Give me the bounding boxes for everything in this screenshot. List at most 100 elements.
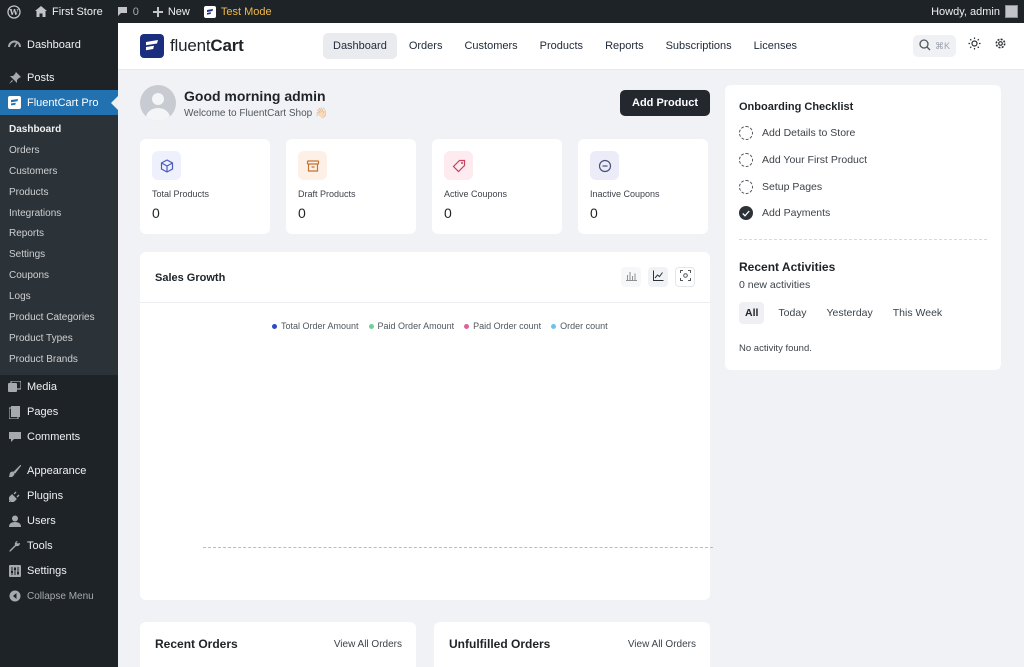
checklist-label: Add Details to Store xyxy=(762,127,856,139)
legend-item[interactable]: Paid Order count xyxy=(464,321,541,331)
menu-dashboard[interactable]: Dashboard xyxy=(0,32,118,57)
tab-subscriptions[interactable]: Subscriptions xyxy=(656,33,742,59)
checklist-item-payments[interactable]: Add Payments xyxy=(739,206,830,220)
activity-tab-today[interactable]: Today xyxy=(772,302,812,324)
settings-button[interactable] xyxy=(992,38,1008,54)
checklist-item-store-details[interactable]: Add Details to Store xyxy=(739,126,855,140)
menu-tools[interactable]: Tools xyxy=(0,534,118,559)
collapse-menu-label: Collapse Menu xyxy=(27,590,94,602)
legend-label: Order count xyxy=(560,321,608,331)
check-circle-icon xyxy=(739,206,753,220)
fullscreen-button[interactable] xyxy=(675,267,695,287)
bar-chart-toggle[interactable] xyxy=(621,267,641,287)
view-all-unfulfilled-link[interactable]: View All Orders xyxy=(628,639,696,650)
user-avatar xyxy=(140,85,176,121)
stat-label: Inactive Coupons xyxy=(590,189,660,199)
legend-dot xyxy=(464,323,470,329)
view-all-orders-link[interactable]: View All Orders xyxy=(334,639,402,650)
wrench-icon xyxy=(8,540,21,553)
comment-bubble-icon xyxy=(117,6,128,17)
site-name: First Store xyxy=(52,5,103,18)
theme-toggle-button[interactable] xyxy=(966,37,982,54)
checklist-item-setup-pages[interactable]: Setup Pages xyxy=(739,180,822,194)
menu-appearance[interactable]: Appearance xyxy=(0,459,118,484)
add-product-button[interactable]: Add Product xyxy=(620,90,710,116)
search-button[interactable]: ⌘K xyxy=(912,35,956,57)
submenu-product-brands[interactable]: Product Brands xyxy=(0,349,118,370)
submenu-reports[interactable]: Reports xyxy=(0,223,118,244)
menu-users[interactable]: Users xyxy=(0,509,118,534)
stat-card-active-coupons: Active Coupons 0 xyxy=(432,139,562,234)
fluentcart-icon xyxy=(8,96,21,109)
search-shortcut: ⌘K xyxy=(934,40,950,51)
submenu-product-types[interactable]: Product Types xyxy=(0,328,118,349)
submenu-product-categories[interactable]: Product Categories xyxy=(0,307,118,328)
activity-tab-all[interactable]: All xyxy=(739,302,765,324)
submenu-integrations[interactable]: Integrations xyxy=(0,203,118,224)
fluentcart-logo-icon xyxy=(140,34,164,58)
menu-settings[interactable]: Settings xyxy=(0,559,118,584)
menu-pages[interactable]: Pages xyxy=(0,400,118,425)
plug-icon xyxy=(8,490,21,503)
submenu-dashboard[interactable]: Dashboard xyxy=(0,119,118,140)
menu-posts[interactable]: Posts xyxy=(0,65,118,90)
menu-media[interactable]: Media xyxy=(0,375,118,400)
onboarding-title: Onboarding Checklist xyxy=(739,101,854,113)
submenu-coupons[interactable]: Coupons xyxy=(0,265,118,286)
test-mode-label: Test Mode xyxy=(220,5,272,18)
legend-label: Paid Order Amount xyxy=(377,321,455,331)
tab-customers[interactable]: Customers xyxy=(454,33,527,59)
stat-card-draft-products: Draft Products 0 xyxy=(286,139,416,234)
tab-licenses[interactable]: Licenses xyxy=(744,33,807,59)
test-mode-link[interactable]: Test Mode xyxy=(197,0,279,23)
minus-circle-icon xyxy=(590,151,619,180)
tag-icon xyxy=(444,151,473,180)
tab-orders[interactable]: Orders xyxy=(399,33,453,59)
activity-tab-this-week[interactable]: This Week xyxy=(887,302,948,324)
submenu-customers[interactable]: Customers xyxy=(0,161,118,182)
menu-appearance-label: Appearance xyxy=(27,465,87,478)
gear-icon xyxy=(994,37,1007,55)
submenu-products[interactable]: Products xyxy=(0,182,118,203)
menu-tools-label: Tools xyxy=(27,540,53,553)
menu-plugins-label: Plugins xyxy=(27,490,64,503)
stat-value: 0 xyxy=(298,205,306,221)
line-chart-icon xyxy=(652,268,664,286)
menu-fluentcart[interactable]: FluentCart Pro xyxy=(0,90,118,115)
activity-tab-yesterday[interactable]: Yesterday xyxy=(820,302,878,324)
collapse-arrow-icon xyxy=(8,590,21,603)
menu-posts-label: Posts xyxy=(27,71,55,84)
legend-item[interactable]: Paid Order Amount xyxy=(368,321,455,331)
wordpress-logo-icon[interactable]: W xyxy=(0,0,28,23)
tab-dashboard[interactable]: Dashboard xyxy=(323,33,397,59)
line-chart-toggle[interactable] xyxy=(648,267,668,287)
tab-products[interactable]: Products xyxy=(530,33,593,59)
no-activity-message: No activity found. xyxy=(739,343,812,354)
chart-baseline xyxy=(203,547,713,548)
legend-dot xyxy=(551,323,557,329)
stat-value: 0 xyxy=(152,205,160,221)
submenu-orders[interactable]: Orders xyxy=(0,140,118,161)
submenu-logs[interactable]: Logs xyxy=(0,286,118,307)
fluentcart-logo[interactable]: fluentCart xyxy=(140,34,300,58)
onboarding-panel: Onboarding Checklist Add Details to Stor… xyxy=(725,85,1001,370)
sales-growth-card: Sales Growth Total Order Amount Paid Ord… xyxy=(140,252,713,600)
site-name-link[interactable]: First Store xyxy=(28,0,110,23)
settings-sliders-icon xyxy=(8,565,21,578)
submenu-settings[interactable]: Settings xyxy=(0,244,118,265)
account-menu[interactable]: Howdy, admin xyxy=(924,0,1024,23)
recent-activities-count: 0 new activities xyxy=(739,279,811,291)
recent-activities-title: Recent Activities xyxy=(739,260,836,274)
legend-dot xyxy=(272,323,277,329)
comments-link[interactable]: 0 xyxy=(110,0,146,23)
collapse-menu-button[interactable]: Collapse Menu xyxy=(0,584,118,609)
new-content-link[interactable]: New xyxy=(146,0,197,23)
menu-comments[interactable]: Comments xyxy=(0,425,118,450)
checklist-item-first-product[interactable]: Add Your First Product xyxy=(739,153,867,167)
tab-reports[interactable]: Reports xyxy=(595,33,654,59)
menu-plugins[interactable]: Plugins xyxy=(0,484,118,509)
legend-item[interactable]: Total Order Amount xyxy=(272,321,359,331)
legend-item[interactable]: Order count xyxy=(551,321,608,331)
box-icon xyxy=(152,151,181,180)
comments-count: 0 xyxy=(132,5,139,18)
